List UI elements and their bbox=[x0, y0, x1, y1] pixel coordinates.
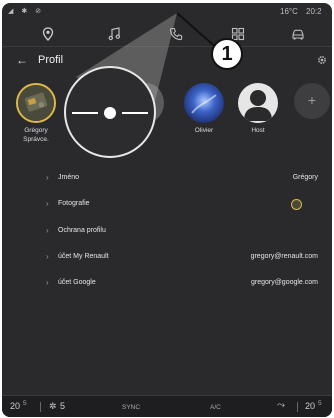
pull-down-handle-dot[interactable] bbox=[104, 107, 116, 119]
callout-magnifier bbox=[64, 66, 156, 158]
infotainment-screen: ◢ ✱ ⊘ 16°C 20:2 ← Profil Grégory Správce… bbox=[2, 3, 332, 417]
callout-beam bbox=[76, 12, 220, 121]
pull-down-handle-left-line bbox=[72, 112, 98, 114]
callout-number-badge: 1 bbox=[211, 38, 243, 70]
pull-down-handle-right-line bbox=[122, 112, 148, 114]
